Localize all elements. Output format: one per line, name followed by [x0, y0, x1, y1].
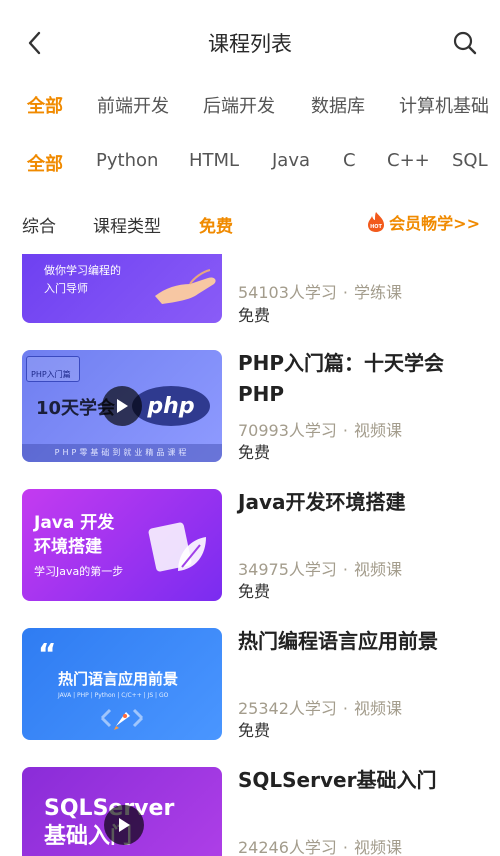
hot-fire-icon: HOT	[367, 211, 385, 233]
search-button[interactable]	[450, 28, 480, 58]
language-filter-bar: 全部 Python HTML Java C C++ SQL	[0, 142, 500, 182]
sort-overall[interactable]: 综合	[22, 212, 56, 237]
course-kind: 视频课	[354, 421, 403, 440]
sort-free[interactable]: 免费	[199, 212, 233, 237]
thumb-subtitle: JAVA | PHP | Python | C/C++ | JS | GO	[58, 692, 169, 699]
quote-icon: “	[38, 637, 57, 670]
learner-count: 54103人学习	[238, 283, 337, 302]
thumb-caption-line: 入门导师	[44, 282, 88, 295]
sort-course-type[interactable]: 课程类型	[93, 212, 161, 237]
search-icon	[453, 31, 477, 55]
language-chip-html[interactable]: HTML	[189, 150, 239, 171]
course-meta: 25342人学习 · 视频课	[238, 699, 403, 718]
play-icon	[117, 399, 128, 413]
thumb-headline-line: Java 开发	[34, 513, 115, 533]
course-thumbnail: SQLServer 基础入门	[22, 767, 222, 856]
thumb-caption-line: 做你学习编程的	[44, 264, 121, 277]
language-chip-c[interactable]: C	[343, 150, 356, 171]
course-kind: 学练课	[354, 283, 403, 302]
course-meta: 70993人学习 · 视频课	[238, 421, 403, 440]
course-price: 免费	[238, 582, 271, 601]
course-thumbnail: Java 开发 环境搭建 学习Java的第一步	[22, 489, 222, 601]
course-card[interactable]: PHP入门篇 10天学会 php PHP零基础到就业精品课程 PHP入门篇：十天…	[0, 350, 500, 470]
course-card[interactable]: Java 开发 环境搭建 学习Java的第一步 Java开发环境搭建 34975…	[0, 489, 500, 609]
course-card[interactable]: “ 热门语言应用前景 JAVA | PHP | Python | C/C++ |…	[0, 628, 500, 748]
learner-count: 24246人学习	[238, 838, 337, 856]
language-chip-all[interactable]: 全部	[27, 150, 63, 176]
course-kind: 视频课	[354, 560, 403, 579]
course-thumbnail: 做你学习编程的 入门导师	[22, 254, 222, 323]
learner-count: 34975人学习	[238, 560, 337, 579]
thumb-footer: PHP零基础到就业精品课程	[22, 444, 222, 462]
top-bar: 课程列表	[0, 0, 500, 84]
category-chip-frontend[interactable]: 前端开发	[97, 92, 169, 118]
course-title: Java开发环境搭建	[238, 490, 406, 514]
category-chip-backend[interactable]: 后端开发	[203, 92, 275, 118]
category-chip-all[interactable]: 全部	[27, 92, 63, 118]
document-leaf-icon	[148, 522, 206, 572]
play-button[interactable]	[102, 386, 142, 426]
vip-label: 会员畅学>>	[389, 214, 480, 233]
course-kind: 视频课	[354, 699, 403, 718]
course-thumbnail: PHP入门篇 10天学会 php PHP零基础到就业精品课程	[22, 350, 222, 462]
course-meta: 34975人学习 · 视频课	[238, 560, 403, 579]
thumb-tag: PHP入门篇	[26, 356, 80, 382]
sort-bar: 综合 课程类型 免费 HOT 会员畅学>>	[0, 204, 500, 244]
course-thumbnail: “ 热门语言应用前景 JAVA | PHP | Python | C/C++ |…	[22, 628, 222, 740]
vip-link[interactable]: HOT 会员畅学>>	[367, 210, 480, 234]
learner-count: 70993人学习	[238, 421, 337, 440]
language-chip-java[interactable]: Java	[272, 150, 310, 171]
course-card[interactable]: SQLServer 基础入门 SQLServer基础入门 24246人学习 · 视频…	[0, 767, 500, 856]
course-price: 免费	[238, 306, 271, 325]
category-chip-database[interactable]: 数据库	[311, 92, 365, 118]
language-chip-python[interactable]: Python	[96, 150, 158, 171]
course-price: 免费	[238, 721, 271, 740]
play-icon	[119, 818, 130, 832]
hand-illustration-icon	[155, 269, 216, 304]
php-logo: php	[132, 386, 210, 426]
course-price: 免费	[238, 443, 271, 462]
course-card[interactable]: 做你学习编程的 入门导师 54103人学习 · 学练课 免费	[0, 254, 500, 334]
hot-badge-text: HOT	[370, 224, 382, 230]
course-meta: 24246人学习 · 视频课	[238, 838, 403, 856]
course-title: 热门编程语言应用前景	[238, 629, 438, 653]
category-chip-cs-basics[interactable]: 计算机基础	[399, 92, 489, 118]
course-title: PHP入门篇：十天学会PHP	[238, 351, 445, 406]
thumb-headline-line: 环境搭建	[34, 537, 102, 557]
thumb-subtitle: 学习Java的第一步	[34, 565, 124, 578]
course-meta: 54103人学习 · 学练课	[238, 283, 403, 302]
play-button[interactable]	[104, 805, 144, 845]
course-kind: 视频课	[354, 838, 403, 856]
learner-count: 25342人学习	[238, 699, 337, 718]
course-title: SQLServer基础入门	[238, 768, 437, 792]
course-list: 做你学习编程的 入门导师 54103人学习 · 学练课 免费 PHP入门篇 10天学…	[0, 254, 500, 856]
category-filter-bar: 全部 前端开发 后端开发 数据库 计算机基础	[0, 84, 500, 124]
language-chip-cpp[interactable]: C++	[387, 150, 430, 171]
language-chip-sql[interactable]: SQL	[452, 150, 488, 171]
page-title: 课程列表	[208, 32, 292, 56]
rocket-icon	[100, 708, 144, 730]
thumb-headline: 热门语言应用前景	[58, 670, 179, 688]
